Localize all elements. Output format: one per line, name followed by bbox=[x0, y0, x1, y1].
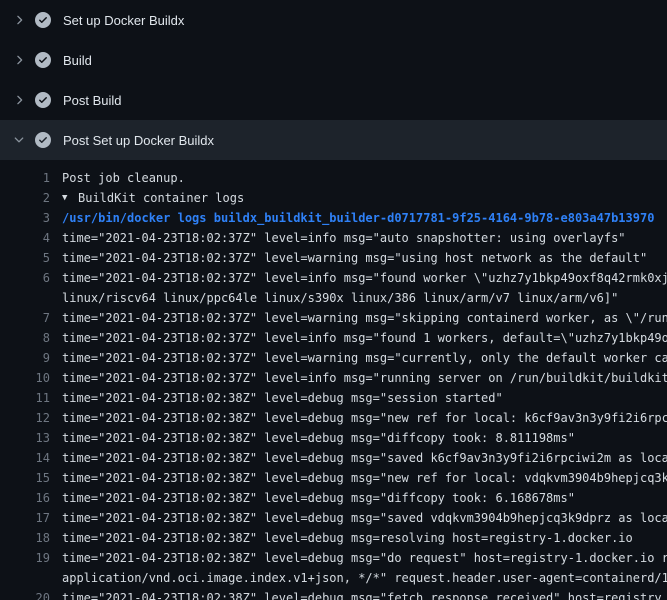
log-line-number[interactable]: 5 bbox=[0, 248, 50, 268]
log-line: 15 time="2021-04-23T18:02:38Z" level=deb… bbox=[0, 468, 667, 488]
check-circle-icon bbox=[35, 12, 51, 28]
log-line-text: time="2021-04-23T18:02:37Z" level=warnin… bbox=[62, 308, 667, 328]
log-line-number[interactable]: 19 bbox=[0, 548, 50, 568]
step-header-post-set-up-docker-buildx[interactable]: Post Set up Docker Buildx bbox=[0, 120, 667, 160]
log-line-number[interactable]: 15 bbox=[0, 468, 50, 488]
log-line-text: application/vnd.oci.image.index.v1+json,… bbox=[62, 568, 667, 588]
log-line-number[interactable]: 11 bbox=[0, 388, 50, 408]
log-line[interactable]: 2 ▼BuildKit container logs bbox=[0, 188, 667, 208]
log-line: 3 /usr/bin/docker logs buildx_buildkit_b… bbox=[0, 208, 667, 228]
step-title: Post Set up Docker Buildx bbox=[63, 133, 214, 148]
log-line: 14 time="2021-04-23T18:02:38Z" level=deb… bbox=[0, 448, 667, 468]
log-line-text: time="2021-04-23T18:02:38Z" level=debug … bbox=[62, 388, 503, 408]
log-line-text: time="2021-04-23T18:02:38Z" level=debug … bbox=[62, 468, 667, 488]
log-line: 12 time="2021-04-23T18:02:38Z" level=deb… bbox=[0, 408, 667, 428]
log-line: 17 time="2021-04-23T18:02:38Z" level=deb… bbox=[0, 508, 667, 528]
log-line-text: time="2021-04-23T18:02:38Z" level=debug … bbox=[62, 508, 667, 528]
step-header-set-up-docker-buildx[interactable]: Set up Docker Buildx bbox=[0, 0, 667, 40]
log-area[interactable]: 1 Post job cleanup. 2 ▼BuildKit containe… bbox=[0, 160, 667, 600]
log-line-number[interactable]: 12 bbox=[0, 408, 50, 428]
log-line-number[interactable]: 7 bbox=[0, 308, 50, 328]
step-header-post-build[interactable]: Post Build bbox=[0, 80, 667, 120]
log-line-number[interactable]: 3 bbox=[0, 208, 50, 228]
log-line-text: time="2021-04-23T18:02:37Z" level=warnin… bbox=[62, 248, 647, 268]
actions-log-viewer: Set up Docker Buildx Build Post Build Po… bbox=[0, 0, 667, 600]
log-line-number[interactable] bbox=[0, 288, 50, 308]
log-line: 18 time="2021-04-23T18:02:38Z" level=deb… bbox=[0, 528, 667, 548]
chevron-right-icon bbox=[12, 53, 26, 67]
log-line-text: time="2021-04-23T18:02:38Z" level=debug … bbox=[62, 528, 633, 548]
log-line-text: time="2021-04-23T18:02:37Z" level=warnin… bbox=[62, 348, 667, 368]
log-line: 10 time="2021-04-23T18:02:37Z" level=inf… bbox=[0, 368, 667, 388]
triangle-down-icon: ▼ bbox=[62, 188, 78, 208]
step-title: Build bbox=[63, 53, 92, 68]
log-line-number[interactable]: 9 bbox=[0, 348, 50, 368]
log-line-text: time="2021-04-23T18:02:38Z" level=debug … bbox=[62, 448, 667, 468]
log-line-number[interactable]: 6 bbox=[0, 268, 50, 288]
chevron-down-icon bbox=[12, 133, 26, 147]
log-line: application/vnd.oci.image.index.v1+json,… bbox=[0, 568, 667, 588]
log-line-text: time="2021-04-23T18:02:37Z" level=info m… bbox=[62, 268, 667, 288]
log-line-text: time="2021-04-23T18:02:38Z" level=debug … bbox=[62, 408, 667, 428]
log-line-text: time="2021-04-23T18:02:37Z" level=info m… bbox=[62, 328, 667, 348]
step-title: Set up Docker Buildx bbox=[63, 13, 184, 28]
log-line-number[interactable]: 14 bbox=[0, 448, 50, 468]
log-line-text: time="2021-04-23T18:02:37Z" level=info m… bbox=[62, 228, 626, 248]
log-line: 9 time="2021-04-23T18:02:37Z" level=warn… bbox=[0, 348, 667, 368]
log-line-text: time="2021-04-23T18:02:38Z" level=debug … bbox=[62, 488, 575, 508]
log-line-number[interactable]: 1 bbox=[0, 168, 50, 188]
check-circle-icon bbox=[35, 92, 51, 108]
log-line: 8 time="2021-04-23T18:02:37Z" level=info… bbox=[0, 328, 667, 348]
log-line-number[interactable]: 2 bbox=[0, 188, 50, 208]
log-line: 4 time="2021-04-23T18:02:37Z" level=info… bbox=[0, 228, 667, 248]
log-line-number[interactable]: 20 bbox=[0, 588, 50, 600]
log-line: linux/riscv64 linux/ppc64le linux/s390x … bbox=[0, 288, 667, 308]
log-line-number[interactable]: 17 bbox=[0, 508, 50, 528]
check-circle-icon bbox=[35, 132, 51, 148]
log-line: 1 Post job cleanup. bbox=[0, 168, 667, 188]
log-line-text: time="2021-04-23T18:02:38Z" level=debug … bbox=[62, 548, 667, 568]
log-line-number[interactable]: 10 bbox=[0, 368, 50, 388]
log-line: 13 time="2021-04-23T18:02:38Z" level=deb… bbox=[0, 428, 667, 448]
log-line-text: Post job cleanup. bbox=[62, 168, 185, 188]
log-line-text: /usr/bin/docker logs buildx_buildkit_bui… bbox=[62, 208, 654, 228]
log-line-number[interactable] bbox=[0, 568, 50, 588]
log-line: 7 time="2021-04-23T18:02:37Z" level=warn… bbox=[0, 308, 667, 328]
log-line: 16 time="2021-04-23T18:02:38Z" level=deb… bbox=[0, 488, 667, 508]
log-line: 6 time="2021-04-23T18:02:37Z" level=info… bbox=[0, 268, 667, 288]
log-line-text: linux/riscv64 linux/ppc64le linux/s390x … bbox=[62, 288, 618, 308]
log-line-number[interactable]: 13 bbox=[0, 428, 50, 448]
log-line: 19 time="2021-04-23T18:02:38Z" level=deb… bbox=[0, 548, 667, 568]
log-line-number[interactable]: 18 bbox=[0, 528, 50, 548]
log-line-number[interactable]: 4 bbox=[0, 228, 50, 248]
log-line: 11 time="2021-04-23T18:02:38Z" level=deb… bbox=[0, 388, 667, 408]
step-title: Post Build bbox=[63, 93, 122, 108]
log-line-text: time="2021-04-23T18:02:37Z" level=info m… bbox=[62, 368, 667, 388]
log-line-number[interactable]: 16 bbox=[0, 488, 50, 508]
log-line: 5 time="2021-04-23T18:02:37Z" level=warn… bbox=[0, 248, 667, 268]
log-line: 20 time="2021-04-23T18:02:38Z" level=deb… bbox=[0, 588, 667, 600]
chevron-right-icon bbox=[12, 93, 26, 107]
log-line-text: BuildKit container logs bbox=[78, 188, 244, 208]
log-line-text: time="2021-04-23T18:02:38Z" level=debug … bbox=[62, 428, 575, 448]
step-header-build[interactable]: Build bbox=[0, 40, 667, 80]
log-line-number[interactable]: 8 bbox=[0, 328, 50, 348]
log-line-text: time="2021-04-23T18:02:38Z" level=debug … bbox=[62, 588, 662, 600]
check-circle-icon bbox=[35, 52, 51, 68]
chevron-right-icon bbox=[12, 13, 26, 27]
